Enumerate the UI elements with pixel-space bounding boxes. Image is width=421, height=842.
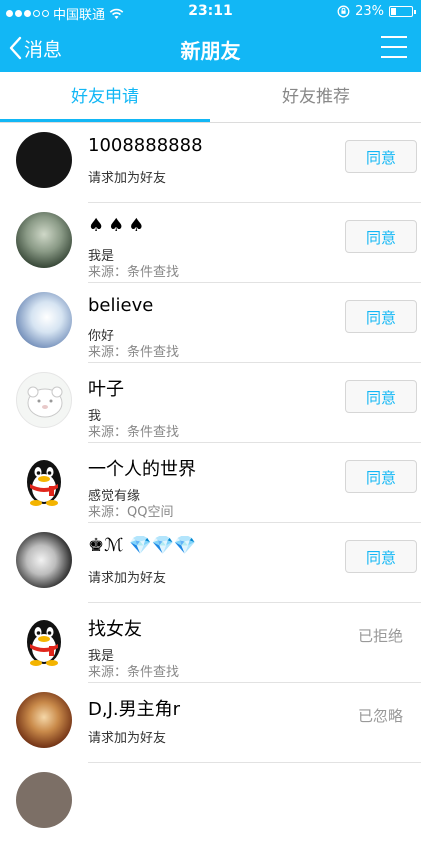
rotation-lock-icon: [337, 5, 350, 18]
list-item[interactable]: D,J.男主角r 请求加为好友 已忽略: [16, 683, 421, 763]
avatar: [16, 372, 72, 428]
request-message: 请求加为好友: [88, 171, 167, 186]
list-item[interactable]: 找女友 我是 来源：条件查找 已拒绝: [16, 603, 421, 683]
penguin-icon: [27, 460, 61, 506]
request-name: 一个人的世界: [88, 459, 196, 480]
ignored-status: 已忽略: [357, 707, 403, 725]
list-item[interactable]: 一个人的世界 感觉有缘 来源：QQ空间 同意: [16, 443, 421, 523]
tab-friend-recommendations[interactable]: 好友推荐: [211, 72, 421, 122]
top-bar: 中国联通 23:11 23% 消息 新朋友: [0, 0, 421, 72]
request-name: 叶子: [88, 379, 124, 400]
battery-percent: 23%: [355, 4, 384, 19]
nav-bar: 消息 新朋友: [0, 24, 421, 72]
avatar: [16, 212, 72, 268]
request-source: 来源：条件查找: [88, 345, 180, 360]
accept-button[interactable]: 同意: [345, 460, 417, 493]
status-bar: 中国联通 23:11 23%: [0, 0, 421, 24]
tab-friend-requests[interactable]: 好友申请: [0, 72, 210, 122]
avatar: [16, 772, 72, 828]
list-item[interactable]: 叶子 我 来源：条件查找 同意: [16, 363, 421, 443]
avatar: [16, 132, 72, 188]
accept-button[interactable]: 同意: [345, 140, 417, 173]
request-name: ♠♠♠: [88, 215, 149, 236]
menu-icon[interactable]: [381, 36, 407, 58]
avatar: [16, 612, 72, 668]
request-source: 来源：QQ空间: [88, 505, 174, 520]
list-item[interactable]: ♠♠♠ 我是 来源：条件查找 同意: [16, 203, 421, 283]
avatar: [16, 532, 72, 588]
request-message: 请求加为好友: [88, 571, 167, 586]
avatar: [16, 292, 72, 348]
request-source: 来源：条件查找: [88, 265, 180, 280]
request-source: 来源：条件查找: [88, 665, 180, 680]
rejected-status: 已拒绝: [357, 627, 403, 645]
request-name: believe: [88, 295, 154, 316]
request-source: 来源：条件查找: [88, 425, 180, 440]
avatar: [16, 692, 72, 748]
page-title: 新朋友: [180, 39, 241, 63]
list-item[interactable]: 1008888888 请求加为好友 同意: [16, 123, 421, 203]
avatar: [16, 452, 72, 508]
list-item[interactable]: [16, 763, 421, 842]
battery-icon: [389, 6, 416, 17]
request-name: ♚ℳ 💎💎💎: [88, 535, 197, 556]
bear-icon: [27, 386, 63, 418]
request-name: D,J.男主角r: [88, 699, 181, 720]
active-tab-indicator: [0, 119, 210, 122]
request-name: 1008888888: [88, 135, 203, 156]
request-name: 找女友: [88, 619, 142, 640]
tab-bar: 好友申请 好友推荐: [0, 72, 421, 123]
accept-button[interactable]: 同意: [345, 300, 417, 333]
friend-request-list: 1008888888 请求加为好友 同意 ♠♠♠ 我是 来源：条件查找 同意 b…: [0, 123, 421, 842]
accept-button[interactable]: 同意: [345, 380, 417, 413]
penguin-icon: [27, 620, 61, 666]
list-item[interactable]: believe 你好 来源：条件查找 同意: [16, 283, 421, 363]
accept-button[interactable]: 同意: [345, 540, 417, 573]
list-item[interactable]: ♚ℳ 💎💎💎 请求加为好友 同意: [16, 523, 421, 603]
accept-button[interactable]: 同意: [345, 220, 417, 253]
request-message: 请求加为好友: [88, 731, 167, 746]
